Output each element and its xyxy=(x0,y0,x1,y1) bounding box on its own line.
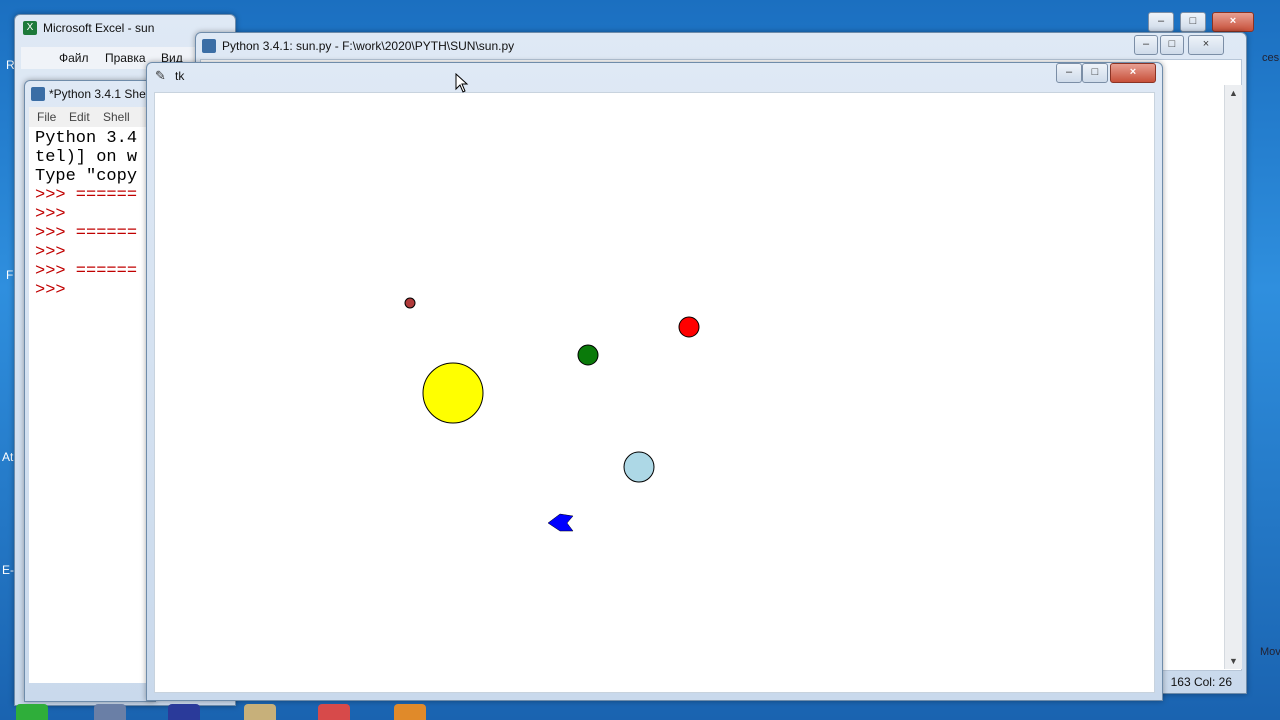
excel-menu-file[interactable]: Файл xyxy=(59,51,89,65)
excel-title: Microsoft Excel - sun xyxy=(43,21,155,35)
solar-system-canvas xyxy=(404,297,700,532)
feather-icon: ✎ xyxy=(155,68,166,83)
shell-line: >>> xyxy=(35,243,66,262)
scroll-up-icon[interactable]: ▲ xyxy=(1225,85,1242,101)
desktop-letter-f: F xyxy=(6,268,14,282)
shell-line: >>> xyxy=(35,281,66,300)
desktop-right-text-2: Mov xyxy=(1260,646,1280,658)
shell-line: >>> ====== xyxy=(35,262,138,281)
tk-window: ✎ tk – □ × xyxy=(146,62,1163,701)
editor-status: 163 Col: 26 xyxy=(1170,675,1232,689)
lightblue-planet xyxy=(623,451,655,483)
taskbar-app-4[interactable] xyxy=(244,704,276,720)
scroll-down-icon[interactable]: ▼ xyxy=(1225,653,1242,669)
shell-line: >>> ====== xyxy=(35,224,138,243)
bg-close-button[interactable]: × xyxy=(1212,12,1254,32)
tk-maximize-button[interactable]: □ xyxy=(1082,63,1108,83)
shell-line: Python 3.4 xyxy=(35,129,138,148)
python-icon xyxy=(31,87,45,101)
shell-line: tel)] on w xyxy=(35,148,138,167)
shell-titlebar: *Python 3.4.1 She xyxy=(25,81,155,107)
shell-menu-file[interactable]: File xyxy=(37,110,56,124)
taskbar-app-5[interactable] xyxy=(318,704,350,720)
mouse-cursor-icon xyxy=(455,73,469,93)
editor-title: Python 3.4.1: sun.py - F:\work\2020\PYTH… xyxy=(222,39,515,53)
shell-menubar: File Edit Shell xyxy=(29,107,155,128)
green-planet xyxy=(577,344,599,366)
desktop-right-text-1: ces xyxy=(1262,52,1280,64)
comet xyxy=(547,513,574,532)
red-planet xyxy=(678,316,700,338)
python-file-icon xyxy=(202,39,216,53)
shell-line: >>> xyxy=(35,205,66,224)
excel-menu-edit[interactable]: Правка xyxy=(105,51,146,65)
editor-minimize-button[interactable]: – xyxy=(1134,35,1158,55)
bg-minimize-button[interactable]: – xyxy=(1148,12,1174,32)
shell-menu-shell[interactable]: Shell xyxy=(103,110,130,124)
desktop-letter-at: At xyxy=(2,450,14,464)
tk-close-button[interactable]: × xyxy=(1110,63,1156,83)
shell-line: Type "copy xyxy=(35,167,138,186)
tk-canvas[interactable] xyxy=(154,92,1155,693)
tk-minimize-button[interactable]: – xyxy=(1056,63,1082,83)
taskbar-app-3[interactable] xyxy=(168,704,200,720)
shell-text-area[interactable]: Python 3.4 tel)] on w Type "copy >>> ======… xyxy=(29,127,155,683)
small-brown-planet xyxy=(404,297,416,309)
bg-maximize-button[interactable]: □ xyxy=(1180,12,1206,32)
taskbar-app-2[interactable] xyxy=(94,704,126,720)
editor-maximize-button[interactable]: □ xyxy=(1160,35,1184,55)
tk-title: tk xyxy=(175,69,185,83)
shell-menu-edit[interactable]: Edit xyxy=(69,110,90,124)
excel-icon: X xyxy=(23,21,37,35)
taskbar-app-6[interactable] xyxy=(394,704,426,720)
desktop-letter-e: E- xyxy=(2,563,14,577)
editor-titlebar: Python 3.4.1: sun.py - F:\work\2020\PYTH… xyxy=(196,33,1246,59)
editor-close-button[interactable]: × xyxy=(1188,35,1224,55)
shell-line: >>> ====== xyxy=(35,186,138,205)
tk-titlebar[interactable]: ✎ tk – □ × xyxy=(147,63,1162,89)
taskbar-app-1[interactable] xyxy=(16,704,48,720)
python-shell-window: *Python 3.4.1 She File Edit Shell Python… xyxy=(24,80,156,702)
editor-scrollbar[interactable]: ▲ ▼ xyxy=(1224,85,1242,669)
sun xyxy=(422,362,484,424)
shell-title: *Python 3.4.1 She xyxy=(49,87,146,101)
